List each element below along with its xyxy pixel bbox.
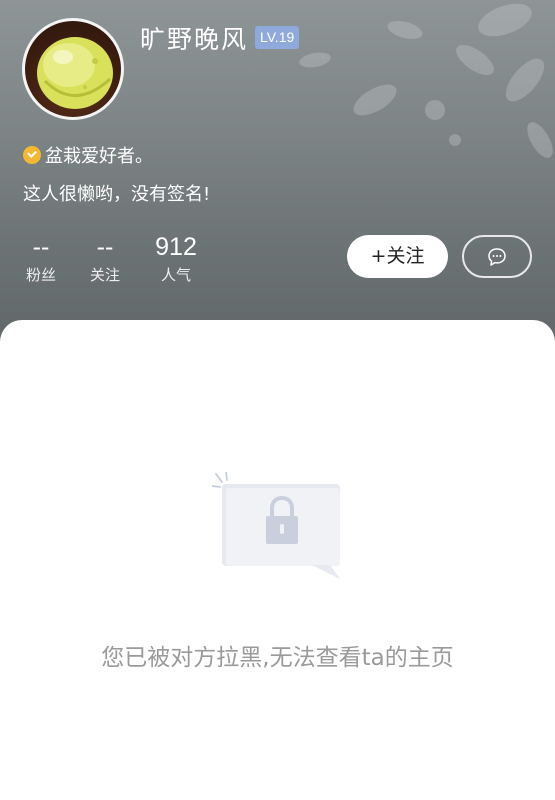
stat-fans-value: -- [32,233,50,261]
avatar[interactable] [22,18,124,120]
stat-popularity: 912 人气 [150,232,202,286]
stat-popularity-value: 912 [155,233,197,261]
blocked-message: 您已被对方拉黑,无法查看ta的主页 [101,645,454,671]
verified-check-icon [23,146,41,164]
stat-following-label: 关注 [89,266,120,284]
message-button[interactable] [462,235,532,278]
username: 旷野晚风 [140,25,249,54]
stat-fans-label: 粉丝 [25,266,56,284]
stat-fans[interactable]: -- 粉丝 [22,232,60,286]
profile-content-panel: 您已被对方拉黑,无法查看ta的主页 [0,320,555,800]
stat-following[interactable]: -- 关注 [86,232,124,286]
lock-icon [212,472,340,579]
floral-pattern-decoration [299,3,553,158]
user-tag: 盆栽爱好者。 [23,142,153,168]
stat-following-value: -- [96,233,114,261]
signature: 这人很懒哟，没有签名! [23,184,211,205]
follow-button[interactable]: +关注 [347,235,448,278]
stat-popularity-label: 人气 [160,266,191,284]
level-badge: LV.19 [255,26,300,49]
fruit-photo-image [37,37,113,109]
chat-bubble-icon [488,247,506,266]
profile-header: 旷野晚风 LV.19 盆栽爱好者。 这人很懒哟，没有签名! -- 粉丝 -- 关… [0,0,555,360]
user-tag-label: 盆栽爱好者。 [45,146,153,167]
